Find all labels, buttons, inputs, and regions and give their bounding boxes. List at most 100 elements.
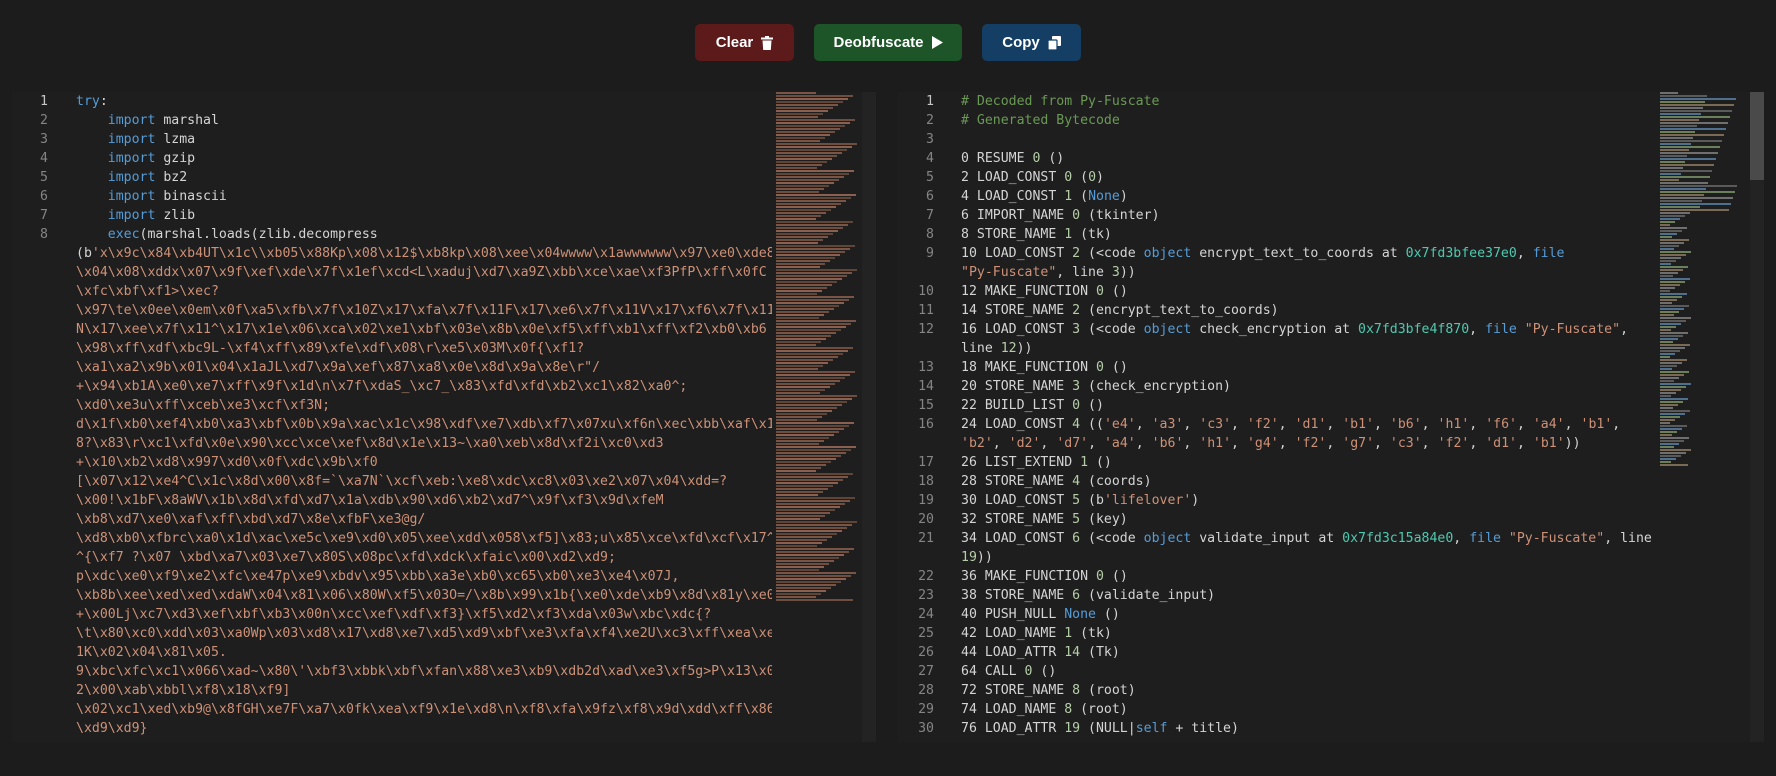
minimap-line — [776, 284, 832, 286]
line-text: 74 LOAD_NAME 8 (root) — [961, 700, 1661, 719]
code-line[interactable]: 15 22 BUILD_LIST 0 () — [898, 396, 1764, 415]
code-token: 4 — [1072, 417, 1081, 432]
code-line[interactable]: 24 40 PUSH_NULL None () — [898, 605, 1764, 624]
minimap-line — [776, 548, 854, 550]
line-number: 7 — [926, 208, 934, 223]
minimap-line — [1660, 290, 1670, 292]
code-line[interactable]: 29 74 LOAD_NAME 8 (root) — [898, 700, 1764, 719]
minimap-line — [776, 188, 824, 190]
code-token: 16 LOAD_CONST — [961, 322, 1073, 337]
code-line[interactable]: 20 32 STORE_NAME 5 (key) — [898, 510, 1764, 529]
minimap-line — [1660, 119, 1699, 121]
code-line[interactable]: 1 # Decoded from Py-Fuscate — [898, 92, 1764, 111]
code-token: () — [1103, 360, 1128, 375]
minimap-line — [1660, 377, 1679, 379]
output-code-area[interactable]: 1 # Decoded from Py-Fuscate 2 # Generated B… — [898, 92, 1764, 738]
output-minimap[interactable] — [1656, 92, 1744, 742]
code-line[interactable]: 10 12 MAKE_FUNCTION 0 () — [898, 282, 1764, 301]
code-line[interactable]: 4 0 RESUME 0 () — [898, 149, 1764, 168]
minimap-line — [776, 305, 839, 307]
code-line[interactable]: 3 — [898, 130, 1764, 149]
input-minimap[interactable] — [772, 92, 860, 742]
code-line[interactable]: 16 24 LOAD_CONST 4 (('e4', 'a3', 'c3', 'f… — [898, 415, 1764, 453]
clear-button[interactable]: Clear — [695, 24, 794, 61]
input-scrollbar[interactable] — [862, 92, 876, 742]
line-text: 20 STORE_NAME 3 (check_encryption) — [961, 377, 1661, 396]
code-line[interactable]: 2 import marshal — [12, 111, 876, 130]
output-scrollbar[interactable] — [1750, 92, 1764, 742]
minimap-line — [1660, 272, 1678, 274]
code-token: 8 STORE_NAME — [961, 227, 1065, 242]
input-code-editor[interactable]: 1 try: 2 import marshal 3 import lzma 4 impo… — [12, 92, 876, 742]
code-token: )) — [1016, 341, 1033, 356]
minimap-line — [776, 326, 846, 328]
minimap-line — [776, 491, 823, 493]
code-token: 1 — [1064, 189, 1073, 204]
code-line[interactable]: 2 # Generated Bytecode — [898, 111, 1764, 130]
copy-button[interactable]: Copy — [982, 24, 1081, 61]
minimap-line — [776, 476, 848, 478]
code-line[interactable]: 7 import zlib — [12, 206, 876, 225]
code-token: 3 — [1111, 265, 1120, 280]
output-code-editor[interactable]: 1 # Decoded from Py-Fuscate 2 # Generated B… — [898, 92, 1764, 742]
code-token: 19 — [961, 550, 977, 565]
minimap-line — [1660, 152, 1718, 154]
minimap-line — [776, 458, 836, 460]
code-token: , — [1088, 436, 1104, 451]
code-line[interactable]: 14 20 STORE_NAME 3 (check_encryption) — [898, 377, 1764, 396]
code-token: + title) — [1167, 721, 1239, 736]
minimap-line — [776, 149, 847, 151]
code-line[interactable]: 6 import binascii — [12, 187, 876, 206]
code-line[interactable]: 17 26 LIST_EXTEND 1 () — [898, 453, 1764, 472]
code-line[interactable]: 7 6 IMPORT_NAME 0 (tkinter) — [898, 206, 1764, 225]
code-line[interactable]: 12 16 LOAD_CONST 3 (<code object check_en… — [898, 320, 1764, 358]
minimap-line — [1660, 173, 1681, 175]
code-line[interactable]: 5 2 LOAD_CONST 0 (0) — [898, 168, 1764, 187]
code-token: 'g4' — [1246, 436, 1279, 451]
code-token: () — [1080, 398, 1104, 413]
code-line[interactable]: 6 4 LOAD_CONST 1 (None) — [898, 187, 1764, 206]
code-token: 38 STORE_NAME — [961, 588, 1073, 603]
code-line[interactable]: 3 import lzma — [12, 130, 876, 149]
output-scroll-thumb[interactable] — [1750, 92, 1764, 180]
code-line[interactable]: 11 14 STORE_NAME 2 (encrypt_text_to_coord… — [898, 301, 1764, 320]
toolbar: Clear Deobfuscate Copy — [0, 24, 1776, 61]
code-token: 10 LOAD_CONST — [961, 246, 1073, 261]
minimap-line — [1660, 179, 1679, 181]
minimap-line — [776, 500, 850, 502]
code-line[interactable]: 21 34 LOAD_CONST 6 (<code object validate… — [898, 529, 1764, 567]
line-number: 28 — [918, 683, 934, 698]
code-token: 0x7fd3bfe4f870 — [1358, 322, 1470, 337]
code-line[interactable]: 18 28 STORE_NAME 4 (coords) — [898, 472, 1764, 491]
code-line[interactable]: 13 18 MAKE_FUNCTION 0 () — [898, 358, 1764, 377]
code-token: 'a4' — [1532, 417, 1565, 432]
line-number: 11 — [918, 303, 934, 318]
code-line[interactable]: 5 import bz2 — [12, 168, 876, 187]
code-line[interactable]: 30 76 LOAD_ATTR 19 (NULL|self + title) — [898, 719, 1764, 738]
code-line[interactable]: 25 42 LOAD_NAME 1 (tk) — [898, 624, 1764, 643]
minimap-line — [776, 224, 848, 226]
code-token: 2 — [1072, 303, 1081, 318]
code-line[interactable]: 28 72 STORE_NAME 8 (root) — [898, 681, 1764, 700]
code-line[interactable]: 9 10 LOAD_CONST 2 (<code object encrypt_t… — [898, 244, 1764, 282]
deobfuscate-button[interactable]: Deobfuscate — [814, 24, 962, 61]
code-token: 'b6' — [1389, 417, 1422, 432]
code-line[interactable]: 26 44 LOAD_ATTR 14 (Tk) — [898, 643, 1764, 662]
code-line[interactable]: 4 import gzip — [12, 149, 876, 168]
code-token: , — [1469, 322, 1486, 337]
minimap-line — [1660, 434, 1672, 436]
input-code-area[interactable]: 1 try: 2 import marshal 3 import lzma 4 impo… — [12, 92, 876, 738]
code-line[interactable]: 8 8 STORE_NAME 1 (tk) — [898, 225, 1764, 244]
minimap-line — [776, 413, 827, 415]
minimap-line — [1660, 452, 1686, 454]
code-line[interactable]: 23 38 STORE_NAME 6 (validate_input) — [898, 586, 1764, 605]
code-line[interactable]: 22 36 MAKE_FUNCTION 0 () — [898, 567, 1764, 586]
code-line[interactable]: 8 exec(marshal.loads(zlib.decompress (b'… — [12, 225, 876, 738]
code-line[interactable]: 19 30 LOAD_CONST 5 (b'lifelover') — [898, 491, 1764, 510]
code-line[interactable]: 1 try: — [12, 92, 876, 111]
code-line[interactable]: 27 64 CALL 0 () — [898, 662, 1764, 681]
minimap-line — [1660, 95, 1707, 97]
line-text: 24 LOAD_CONST 4 (('e4', 'a3', 'c3', 'f2'… — [961, 415, 1661, 453]
minimap-line — [1660, 203, 1731, 205]
